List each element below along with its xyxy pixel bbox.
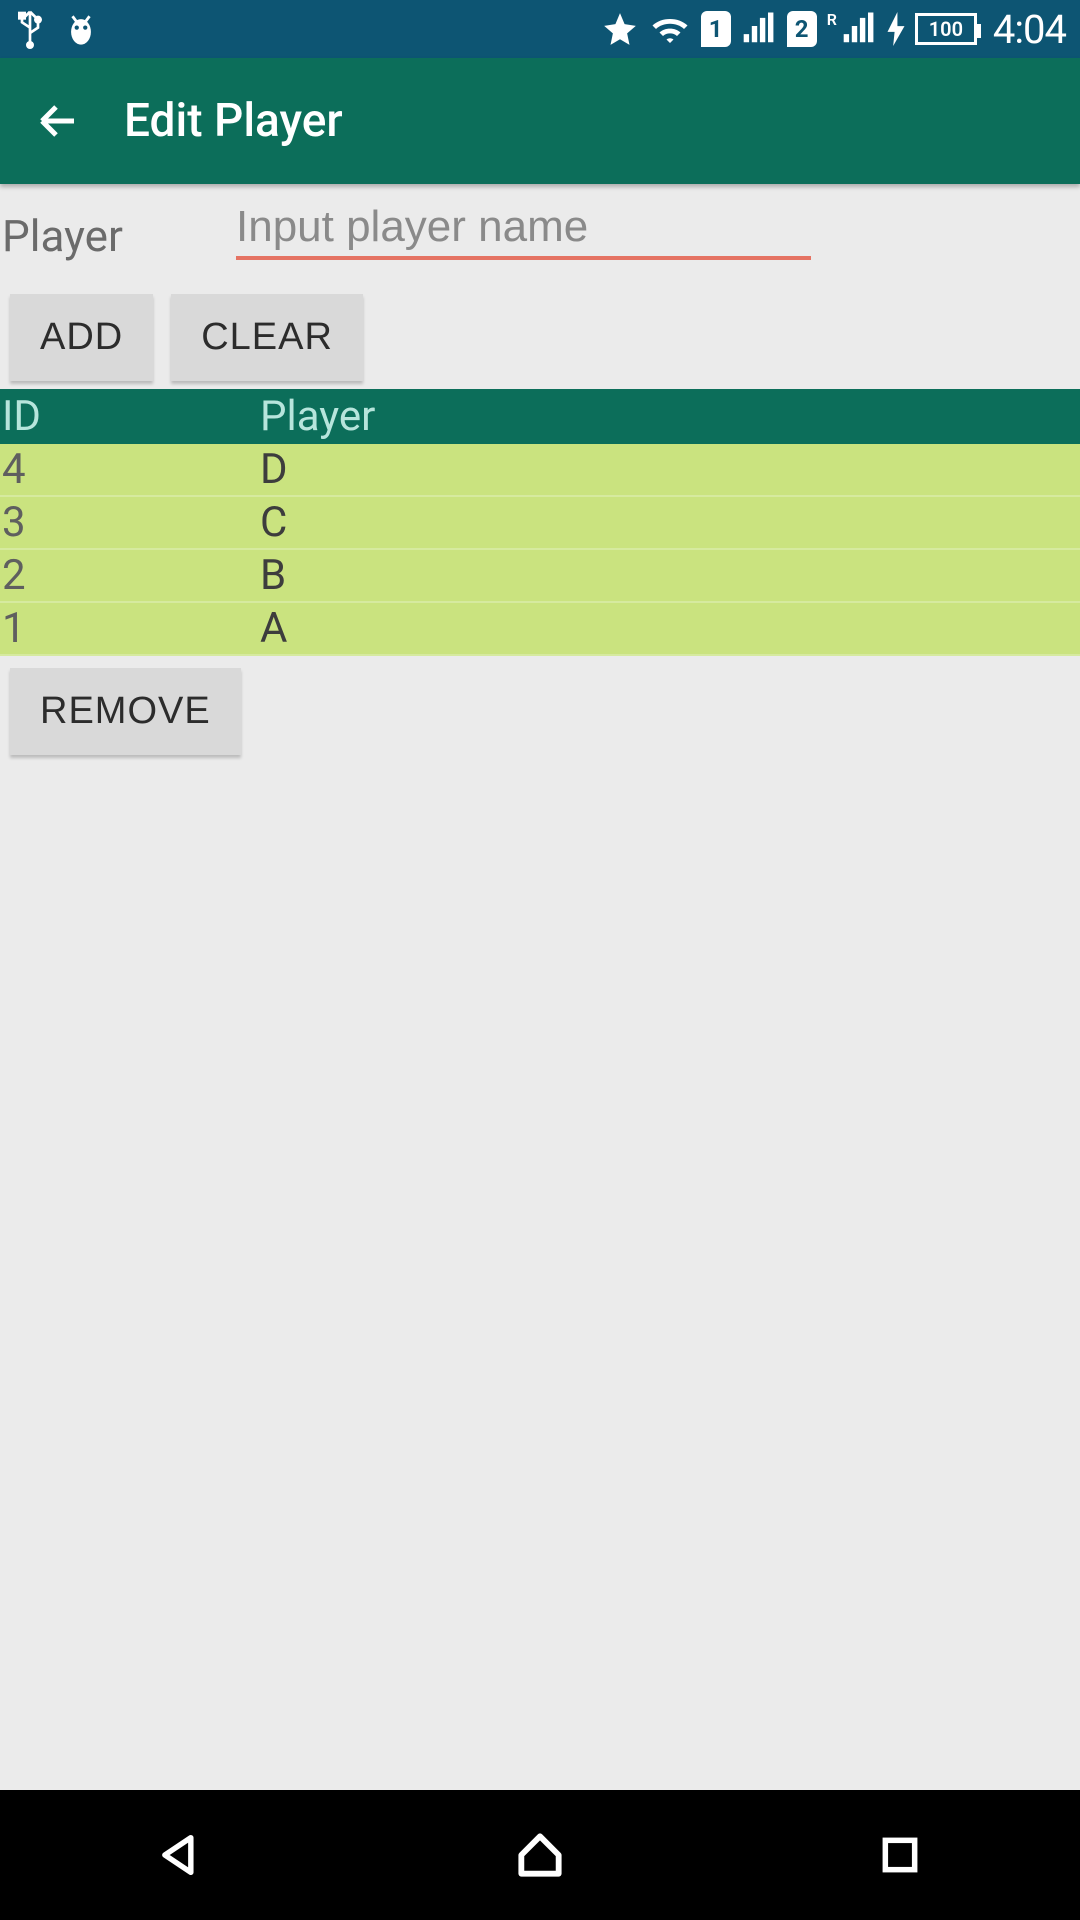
cell-player: C	[260, 498, 1080, 547]
battery-level: 100	[929, 17, 963, 41]
table-row[interactable]: 4 D	[0, 444, 1080, 497]
cell-player: A	[260, 604, 1080, 653]
star-icon	[601, 10, 639, 48]
player-name-input[interactable]	[236, 202, 811, 260]
cell-id: 4	[0, 445, 260, 494]
roaming-label: R	[827, 10, 837, 29]
cell-id: 1	[0, 604, 260, 653]
header-player: Player	[260, 392, 1080, 441]
table-row[interactable]: 2 B	[0, 550, 1080, 603]
sim1-badge: 1	[701, 11, 731, 47]
nav-recent-button[interactable]	[855, 1810, 945, 1900]
usb-icon	[14, 9, 46, 49]
page-title: Edit Player	[124, 94, 343, 148]
signal1-icon	[741, 12, 777, 46]
table-row[interactable]: 1 A	[0, 603, 1080, 656]
cell-player: D	[260, 445, 1080, 494]
remove-button[interactable]: REMOVE	[10, 668, 241, 755]
back-icon[interactable]	[34, 97, 82, 145]
add-button[interactable]: ADD	[10, 294, 153, 381]
sim2-badge: 2	[787, 11, 817, 47]
header-id: ID	[0, 392, 260, 441]
table-row[interactable]: 3 C	[0, 497, 1080, 550]
cell-id: 3	[0, 498, 260, 547]
battery-indicator: 100	[915, 13, 977, 45]
cell-player: B	[260, 551, 1080, 600]
nav-home-button[interactable]	[495, 1810, 585, 1900]
wifi-icon	[649, 10, 691, 48]
navigation-bar	[0, 1790, 1080, 1920]
cell-id: 2	[0, 551, 260, 600]
clock: 4:04	[993, 6, 1066, 53]
clear-button[interactable]: CLEAR	[171, 294, 363, 381]
app-bar: Edit Player	[0, 58, 1080, 184]
debug-icon	[64, 11, 98, 47]
content: Player ADD CLEAR ID Player 4 D 3 C 2 B 1…	[0, 184, 1080, 1790]
table-header: ID Player	[0, 389, 1080, 444]
charging-icon	[887, 12, 905, 46]
nav-back-button[interactable]	[135, 1810, 225, 1900]
status-bar: 1 2 R 100 4:04	[0, 0, 1080, 58]
table-body: 4 D 3 C 2 B 1 A	[0, 444, 1080, 656]
signal2-icon	[841, 12, 877, 46]
player-label: Player	[0, 205, 236, 262]
